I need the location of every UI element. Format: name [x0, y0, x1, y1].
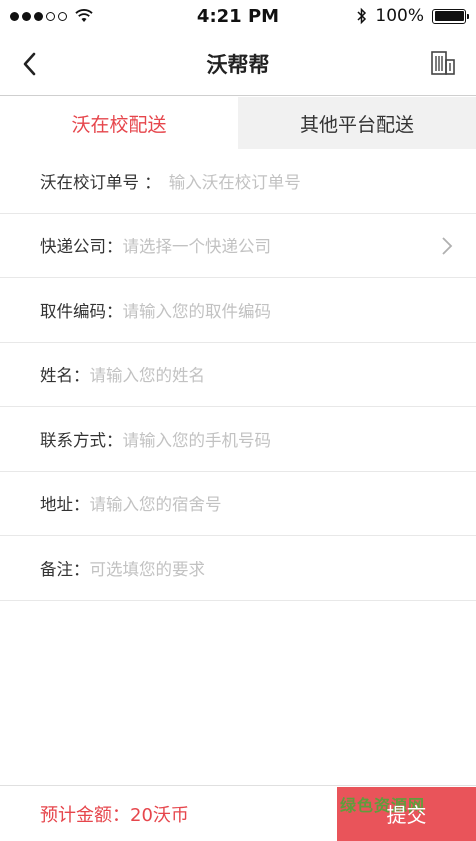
express-company-select[interactable]: 请选择一个快递公司 [123, 233, 272, 257]
wifi-icon [75, 9, 93, 22]
order-number-input[interactable]: 输入沃在校订单号 [169, 169, 301, 193]
battery-icon [432, 8, 469, 24]
bluetooth-icon [357, 7, 367, 25]
remark-input[interactable]: 可选填您的要求 [90, 556, 206, 580]
tab-bar: 沃在校配送 其他平台配送 [0, 97, 476, 149]
chevron-left-icon [23, 52, 36, 76]
express-company-label: 快递公司： [40, 237, 123, 257]
address-field[interactable]: 地址： 请输入您的宿舍号 [0, 472, 476, 536]
name-label: 姓名： [40, 366, 90, 386]
building-button[interactable] [428, 48, 458, 78]
pickup-code-input[interactable]: 请输入您的取件编码 [123, 298, 272, 322]
delivery-form: 沃在校订单号 ： 输入沃在校订单号 快递公司： 请选择一个快递公司 取件编码： … [0, 149, 476, 601]
status-bar: 4:21 PM 100% [0, 0, 476, 32]
status-left [10, 9, 160, 23]
address-label: 地址： [40, 495, 90, 515]
remark-field[interactable]: 备注： 可选填您的要求 [0, 536, 476, 601]
contact-input[interactable]: 请输入您的手机号码 [123, 427, 272, 451]
building-icon [431, 51, 455, 75]
contact-field[interactable]: 联系方式： 请输入您的手机号码 [0, 407, 476, 472]
contact-label: 联系方式： [40, 430, 123, 450]
name-input[interactable]: 请输入您的姓名 [90, 362, 206, 386]
tab-other-platform-delivery[interactable]: 其他平台配送 [238, 97, 476, 149]
name-field[interactable]: 姓名： 请输入您的姓名 [0, 343, 476, 407]
signal-dots-icon [10, 11, 67, 21]
submit-button[interactable]: 绿色资源网 提交 [337, 786, 476, 841]
status-time: 4:21 PM [196, 5, 280, 27]
pickup-code-label: 取件编码： [40, 301, 123, 321]
battery-percentage: 100% [375, 6, 424, 26]
express-company-field[interactable]: 快递公司： 请选择一个快递公司 [0, 214, 476, 278]
status-right: 100% [316, 6, 469, 26]
tab-wo-campus-delivery[interactable]: 沃在校配送 [0, 97, 238, 149]
chevron-right-icon [442, 236, 453, 255]
back-button[interactable] [14, 46, 44, 82]
bottom-bar: 预计金额：20沃币 绿色资源网 提交 [0, 785, 476, 841]
page-title: 沃帮帮 [206, 52, 270, 77]
navigation-bar: 沃帮帮 [0, 32, 476, 96]
submit-label: 提交 [386, 803, 427, 827]
order-number-label: 沃在校订单号 ： [40, 172, 161, 192]
address-input[interactable]: 请输入您的宿舍号 [90, 491, 222, 515]
pickup-code-field[interactable]: 取件编码： 请输入您的取件编码 [0, 278, 476, 343]
remark-label: 备注： [40, 559, 90, 579]
order-number-field[interactable]: 沃在校订单号 ： 输入沃在校订单号 [0, 149, 476, 214]
estimated-total: 预计金额：20沃币 [40, 804, 189, 826]
